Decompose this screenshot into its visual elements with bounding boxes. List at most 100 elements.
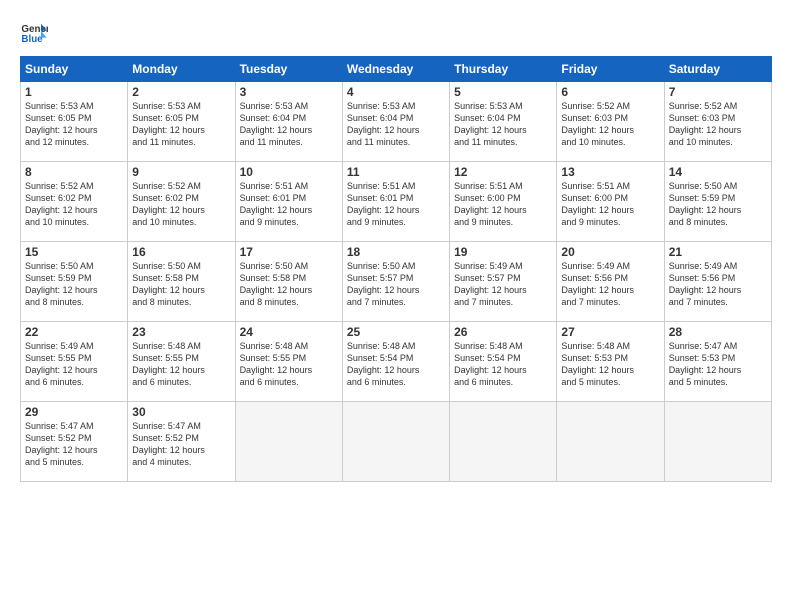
calendar-cell: 5 Sunrise: 5:53 AMSunset: 6:04 PMDayligh… (450, 82, 557, 162)
calendar-header-cell: Friday (557, 57, 664, 82)
day-number: 13 (561, 165, 659, 179)
day-info: Sunrise: 5:53 AMSunset: 6:04 PMDaylight:… (347, 100, 445, 149)
day-info: Sunrise: 5:48 AMSunset: 5:53 PMDaylight:… (561, 340, 659, 389)
calendar-cell: 24 Sunrise: 5:48 AMSunset: 5:55 PMDaylig… (235, 322, 342, 402)
calendar-cell: 2 Sunrise: 5:53 AMSunset: 6:05 PMDayligh… (128, 82, 235, 162)
day-info: Sunrise: 5:47 AMSunset: 5:52 PMDaylight:… (132, 420, 230, 469)
day-number: 6 (561, 85, 659, 99)
calendar-cell: 3 Sunrise: 5:53 AMSunset: 6:04 PMDayligh… (235, 82, 342, 162)
calendar-cell: 9 Sunrise: 5:52 AMSunset: 6:02 PMDayligh… (128, 162, 235, 242)
day-info: Sunrise: 5:51 AMSunset: 6:00 PMDaylight:… (561, 180, 659, 229)
day-info: Sunrise: 5:51 AMSunset: 6:01 PMDaylight:… (347, 180, 445, 229)
day-info: Sunrise: 5:50 AMSunset: 5:58 PMDaylight:… (240, 260, 338, 309)
calendar-header-cell: Monday (128, 57, 235, 82)
calendar-row: 8 Sunrise: 5:52 AMSunset: 6:02 PMDayligh… (21, 162, 772, 242)
day-number: 16 (132, 245, 230, 259)
day-info: Sunrise: 5:53 AMSunset: 6:05 PMDaylight:… (132, 100, 230, 149)
calendar-header-cell: Saturday (664, 57, 771, 82)
calendar-cell: 29 Sunrise: 5:47 AMSunset: 5:52 PMDaylig… (21, 402, 128, 482)
svg-text:Blue: Blue (21, 34, 43, 45)
day-number: 7 (669, 85, 767, 99)
calendar-cell: 20 Sunrise: 5:49 AMSunset: 5:56 PMDaylig… (557, 242, 664, 322)
day-number: 26 (454, 325, 552, 339)
day-info: Sunrise: 5:49 AMSunset: 5:57 PMDaylight:… (454, 260, 552, 309)
day-info: Sunrise: 5:53 AMSunset: 6:05 PMDaylight:… (25, 100, 123, 149)
calendar-cell: 23 Sunrise: 5:48 AMSunset: 5:55 PMDaylig… (128, 322, 235, 402)
day-number: 3 (240, 85, 338, 99)
calendar-row: 29 Sunrise: 5:47 AMSunset: 5:52 PMDaylig… (21, 402, 772, 482)
calendar: SundayMondayTuesdayWednesdayThursdayFrid… (20, 56, 772, 482)
day-info: Sunrise: 5:53 AMSunset: 6:04 PMDaylight:… (454, 100, 552, 149)
day-info: Sunrise: 5:49 AMSunset: 5:56 PMDaylight:… (561, 260, 659, 309)
calendar-cell: 18 Sunrise: 5:50 AMSunset: 5:57 PMDaylig… (342, 242, 449, 322)
day-info: Sunrise: 5:52 AMSunset: 6:02 PMDaylight:… (25, 180, 123, 229)
calendar-header-cell: Thursday (450, 57, 557, 82)
calendar-cell (235, 402, 342, 482)
day-info: Sunrise: 5:51 AMSunset: 6:00 PMDaylight:… (454, 180, 552, 229)
day-info: Sunrise: 5:50 AMSunset: 5:57 PMDaylight:… (347, 260, 445, 309)
day-number: 22 (25, 325, 123, 339)
calendar-cell (450, 402, 557, 482)
calendar-header: SundayMondayTuesdayWednesdayThursdayFrid… (21, 57, 772, 82)
calendar-cell: 7 Sunrise: 5:52 AMSunset: 6:03 PMDayligh… (664, 82, 771, 162)
day-number: 5 (454, 85, 552, 99)
day-number: 2 (132, 85, 230, 99)
day-info: Sunrise: 5:49 AMSunset: 5:56 PMDaylight:… (669, 260, 767, 309)
day-info: Sunrise: 5:49 AMSunset: 5:55 PMDaylight:… (25, 340, 123, 389)
day-number: 18 (347, 245, 445, 259)
calendar-cell: 22 Sunrise: 5:49 AMSunset: 5:55 PMDaylig… (21, 322, 128, 402)
calendar-header-cell: Wednesday (342, 57, 449, 82)
calendar-cell (664, 402, 771, 482)
day-number: 11 (347, 165, 445, 179)
calendar-cell: 28 Sunrise: 5:47 AMSunset: 5:53 PMDaylig… (664, 322, 771, 402)
calendar-cell: 8 Sunrise: 5:52 AMSunset: 6:02 PMDayligh… (21, 162, 128, 242)
calendar-cell: 19 Sunrise: 5:49 AMSunset: 5:57 PMDaylig… (450, 242, 557, 322)
day-number: 24 (240, 325, 338, 339)
calendar-cell: 6 Sunrise: 5:52 AMSunset: 6:03 PMDayligh… (557, 82, 664, 162)
day-info: Sunrise: 5:52 AMSunset: 6:02 PMDaylight:… (132, 180, 230, 229)
day-number: 14 (669, 165, 767, 179)
day-number: 4 (347, 85, 445, 99)
day-number: 29 (25, 405, 123, 419)
day-number: 10 (240, 165, 338, 179)
calendar-header-cell: Sunday (21, 57, 128, 82)
logo: General Blue (20, 18, 48, 46)
calendar-cell: 15 Sunrise: 5:50 AMSunset: 5:59 PMDaylig… (21, 242, 128, 322)
day-info: Sunrise: 5:52 AMSunset: 6:03 PMDaylight:… (561, 100, 659, 149)
day-number: 21 (669, 245, 767, 259)
calendar-header-cell: Tuesday (235, 57, 342, 82)
day-info: Sunrise: 5:53 AMSunset: 6:04 PMDaylight:… (240, 100, 338, 149)
calendar-row: 1 Sunrise: 5:53 AMSunset: 6:05 PMDayligh… (21, 82, 772, 162)
calendar-cell: 27 Sunrise: 5:48 AMSunset: 5:53 PMDaylig… (557, 322, 664, 402)
day-info: Sunrise: 5:50 AMSunset: 5:58 PMDaylight:… (132, 260, 230, 309)
calendar-cell: 10 Sunrise: 5:51 AMSunset: 6:01 PMDaylig… (235, 162, 342, 242)
day-info: Sunrise: 5:52 AMSunset: 6:03 PMDaylight:… (669, 100, 767, 149)
day-number: 25 (347, 325, 445, 339)
day-number: 12 (454, 165, 552, 179)
calendar-cell: 11 Sunrise: 5:51 AMSunset: 6:01 PMDaylig… (342, 162, 449, 242)
day-number: 20 (561, 245, 659, 259)
day-number: 19 (454, 245, 552, 259)
day-number: 1 (25, 85, 123, 99)
calendar-cell: 4 Sunrise: 5:53 AMSunset: 6:04 PMDayligh… (342, 82, 449, 162)
day-info: Sunrise: 5:48 AMSunset: 5:54 PMDaylight:… (347, 340, 445, 389)
day-number: 30 (132, 405, 230, 419)
day-number: 15 (25, 245, 123, 259)
calendar-cell (342, 402, 449, 482)
calendar-cell: 25 Sunrise: 5:48 AMSunset: 5:54 PMDaylig… (342, 322, 449, 402)
day-info: Sunrise: 5:50 AMSunset: 5:59 PMDaylight:… (669, 180, 767, 229)
day-number: 23 (132, 325, 230, 339)
day-info: Sunrise: 5:47 AMSunset: 5:52 PMDaylight:… (25, 420, 123, 469)
day-info: Sunrise: 5:48 AMSunset: 5:54 PMDaylight:… (454, 340, 552, 389)
calendar-row: 22 Sunrise: 5:49 AMSunset: 5:55 PMDaylig… (21, 322, 772, 402)
calendar-cell: 1 Sunrise: 5:53 AMSunset: 6:05 PMDayligh… (21, 82, 128, 162)
day-info: Sunrise: 5:48 AMSunset: 5:55 PMDaylight:… (240, 340, 338, 389)
calendar-row: 15 Sunrise: 5:50 AMSunset: 5:59 PMDaylig… (21, 242, 772, 322)
calendar-cell: 17 Sunrise: 5:50 AMSunset: 5:58 PMDaylig… (235, 242, 342, 322)
calendar-cell: 26 Sunrise: 5:48 AMSunset: 5:54 PMDaylig… (450, 322, 557, 402)
calendar-cell: 21 Sunrise: 5:49 AMSunset: 5:56 PMDaylig… (664, 242, 771, 322)
day-number: 17 (240, 245, 338, 259)
day-number: 28 (669, 325, 767, 339)
calendar-cell: 30 Sunrise: 5:47 AMSunset: 5:52 PMDaylig… (128, 402, 235, 482)
calendar-cell (557, 402, 664, 482)
